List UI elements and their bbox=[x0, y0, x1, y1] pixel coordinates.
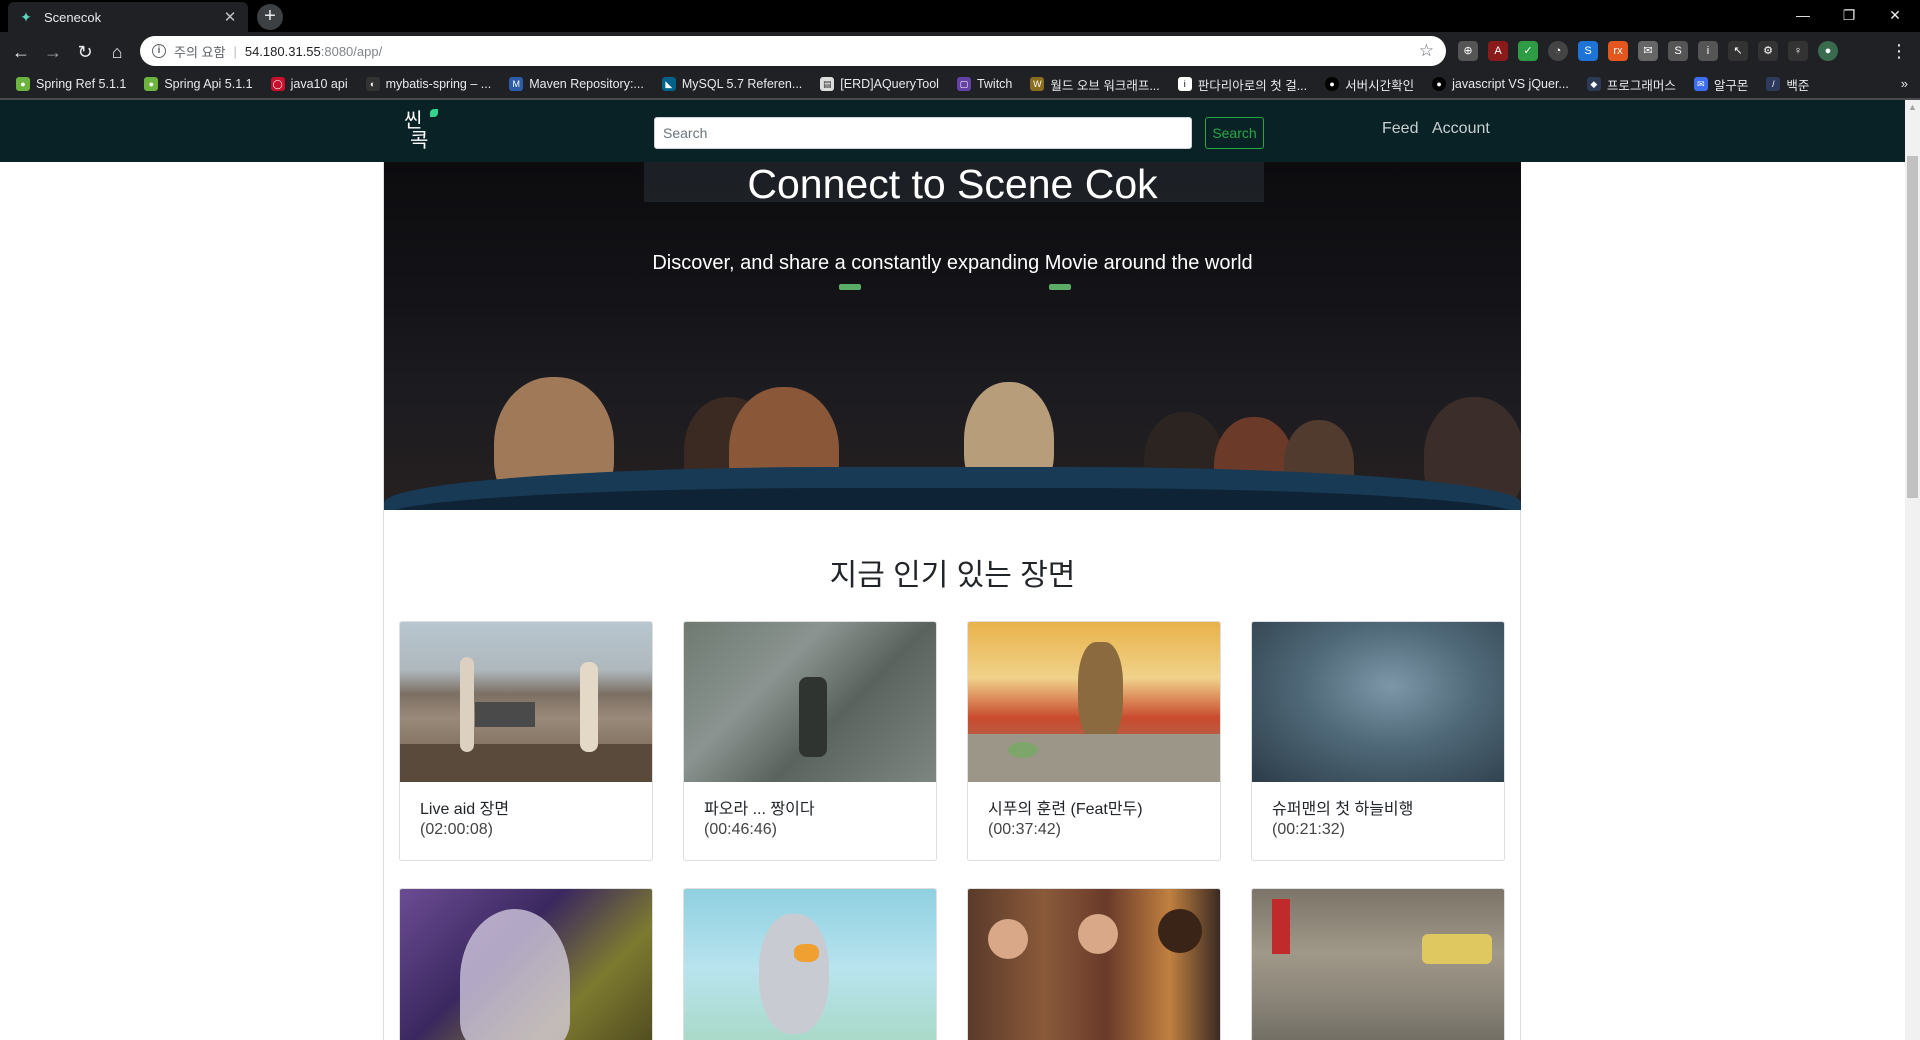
profile-avatar-icon[interactable]: ● bbox=[1818, 41, 1838, 61]
rx-extension-icon[interactable]: rx bbox=[1608, 41, 1628, 61]
browser-menu-icon[interactable]: ⋮ bbox=[1890, 41, 1908, 62]
speed-extension-icon[interactable]: ◔ bbox=[1548, 41, 1568, 61]
translate-extension-icon[interactable]: ⊕ bbox=[1458, 41, 1478, 61]
info-extension-icon[interactable]: i bbox=[1698, 41, 1718, 61]
new-tab-button[interactable]: + bbox=[257, 4, 283, 30]
gear-extension-icon[interactable]: ⚙ bbox=[1758, 41, 1778, 61]
page-scrollbar[interactable]: ▲ bbox=[1905, 100, 1920, 1040]
scene-time: (02:00:08) bbox=[420, 821, 493, 838]
info-icon[interactable]: i bbox=[152, 44, 166, 58]
scenecok-favicon-icon: ✦ bbox=[20, 9, 32, 25]
bookmark-item[interactable]: ▢ Twitch bbox=[951, 77, 1018, 91]
bookmark-item[interactable]: M Maven Repository:... bbox=[503, 77, 650, 91]
bookmark-item[interactable]: ◐ mybatis-spring – ... bbox=[360, 77, 498, 91]
bookmark-item[interactable]: ● Spring Ref 5.1.1 bbox=[10, 77, 132, 91]
bookmark-item[interactable]: ◆ 프로그래머스 bbox=[1581, 75, 1682, 94]
scene-thumbnail[interactable] bbox=[400, 889, 652, 1040]
scene-thumbnail[interactable] bbox=[968, 889, 1220, 1040]
s-extension-icon[interactable]: S bbox=[1578, 41, 1598, 61]
cursor-extension-icon[interactable]: ↖ bbox=[1728, 41, 1748, 61]
extensions: ⊕ A ✓ ◔ S rx ✉ S i ↖ ⚙ ♀ ● bbox=[1458, 41, 1838, 61]
tab-close-icon[interactable]: ✕ bbox=[222, 8, 238, 26]
scene-card[interactable] bbox=[683, 888, 937, 1040]
s2-extension-icon[interactable]: S bbox=[1668, 41, 1688, 61]
search-button[interactable]: Search bbox=[1205, 117, 1264, 149]
scene-card[interactable] bbox=[399, 888, 653, 1040]
leaf-icon bbox=[430, 109, 438, 117]
url-path: :8080/app/ bbox=[320, 43, 383, 59]
scene-thumbnail[interactable] bbox=[1252, 622, 1504, 782]
reload-icon[interactable]: ↻ bbox=[72, 39, 98, 65]
search-input[interactable] bbox=[654, 117, 1192, 149]
bulb-extension-icon[interactable]: ♀ bbox=[1788, 41, 1808, 61]
browser-toolbar: ← → ↻ ⌂ i 주의 요함 | 54.180.31.55 :8080/app… bbox=[0, 32, 1920, 70]
scene-title: 슈퍼맨의 첫 하늘비행 bbox=[1272, 801, 1414, 818]
restore-icon[interactable]: ❐ bbox=[1826, 0, 1872, 30]
scene-time: (00:21:32) bbox=[1272, 821, 1345, 838]
scene-thumbnail[interactable] bbox=[684, 622, 936, 782]
nav-link-account[interactable]: Account bbox=[1432, 120, 1490, 138]
scene-time: (00:37:42) bbox=[988, 821, 1061, 838]
scene-title: 파오라 ... 짱이다 bbox=[704, 801, 815, 818]
home-icon[interactable]: ⌂ bbox=[104, 39, 130, 65]
bookmarks-more-icon[interactable]: » bbox=[1901, 76, 1908, 91]
bookmark-item[interactable]: ● 서버시간확인 bbox=[1319, 75, 1420, 94]
back-icon[interactable]: ← bbox=[8, 39, 34, 65]
scene-thumbnail[interactable] bbox=[968, 622, 1220, 782]
security-warning: 주의 요함 bbox=[174, 44, 226, 60]
bookmarks-bar: ● Spring Ref 5.1.1 ● Spring Api 5.1.1 ◯ jav… bbox=[0, 70, 1920, 98]
site-navbar: 씬 콕 Search Feed Account bbox=[0, 100, 1905, 162]
nav-link-feed[interactable]: Feed bbox=[1382, 120, 1418, 138]
scene-card[interactable]: 시푸의 훈련 (Feat만두) (00:37:42) bbox=[967, 621, 1221, 861]
window-close-icon[interactable]: ✕ bbox=[1872, 0, 1918, 30]
mail-extension-icon[interactable]: ✉ bbox=[1638, 41, 1658, 61]
minimize-icon[interactable]: — bbox=[1780, 0, 1826, 30]
scene-thumbnail[interactable] bbox=[400, 622, 652, 782]
bookmark-star-icon[interactable]: ☆ bbox=[1419, 41, 1434, 61]
address-bar[interactable]: i 주의 요함 | 54.180.31.55 :8080/app/ ☆ bbox=[140, 36, 1446, 66]
main-container: Connect to Scene Cok Discover, and share… bbox=[383, 162, 1521, 1040]
browser-tab[interactable]: ✦ Scenecok ✕ bbox=[8, 2, 248, 32]
bookmark-item[interactable]: / 백준 bbox=[1760, 75, 1815, 94]
pdf-extension-icon[interactable]: A bbox=[1488, 41, 1508, 61]
hero-title: Connect to Scene Cok bbox=[747, 162, 1158, 207]
bookmark-item[interactable]: W 월드 오브 워크래프... bbox=[1024, 75, 1165, 94]
browser-tabstrip: ✦ Scenecok ✕ + — ❐ ✕ bbox=[0, 0, 1920, 32]
bookmark-item[interactable]: ▤ [ERD]AQueryTool bbox=[814, 77, 945, 91]
bookmark-item[interactable]: ◣ MySQL 5.7 Referen... bbox=[656, 77, 808, 91]
bookmark-item[interactable]: ◯ java10 api bbox=[265, 77, 354, 91]
shield-extension-icon[interactable]: ✓ bbox=[1518, 41, 1538, 61]
scene-title: 시푸의 훈련 (Feat만두) bbox=[988, 801, 1143, 818]
scene-card[interactable]: Live aid 장면 (02:00:08) bbox=[399, 621, 653, 861]
bookmark-item[interactable]: ● Spring Api 5.1.1 bbox=[138, 77, 258, 91]
section-title: 지금 인기 있는 장면 bbox=[829, 559, 1076, 592]
forward-icon[interactable]: → bbox=[40, 39, 66, 65]
scroll-up-icon[interactable]: ▲ bbox=[1908, 102, 1917, 112]
hero-banner: Connect to Scene Cok Discover, and share… bbox=[384, 162, 1521, 510]
scrollbar-thumb[interactable] bbox=[1907, 156, 1918, 498]
bookmark-item[interactable]: ✉ 알구몬 bbox=[1688, 75, 1755, 94]
url-host: 54.180.31.55 bbox=[244, 43, 321, 59]
site-logo[interactable]: 씬 콕 bbox=[400, 106, 444, 156]
scene-card[interactable]: 파오라 ... 짱이다 (00:46:46) bbox=[683, 621, 937, 861]
page-viewport: 씬 콕 Search Feed Account Connect to Scene… bbox=[0, 100, 1905, 1040]
scene-time: (00:46:46) bbox=[704, 821, 777, 838]
scene-thumbnail[interactable] bbox=[1252, 889, 1504, 1040]
scene-title: Live aid 장면 bbox=[420, 801, 510, 818]
bookmark-item[interactable]: ● javascript VS jQuer... bbox=[1426, 77, 1575, 91]
scene-thumbnail[interactable] bbox=[684, 889, 936, 1040]
hero-subtitle: Discover, and share a constantly expandi… bbox=[652, 252, 1253, 274]
scene-card[interactable]: 슈퍼맨의 첫 하늘비행 (00:21:32) bbox=[1251, 621, 1505, 861]
bookmark-item[interactable]: i 판다리아로의 첫 걸... bbox=[1172, 75, 1313, 94]
scene-card[interactable] bbox=[967, 888, 1221, 1040]
tab-title: Scenecok bbox=[44, 9, 102, 25]
scene-card[interactable] bbox=[1251, 888, 1505, 1040]
